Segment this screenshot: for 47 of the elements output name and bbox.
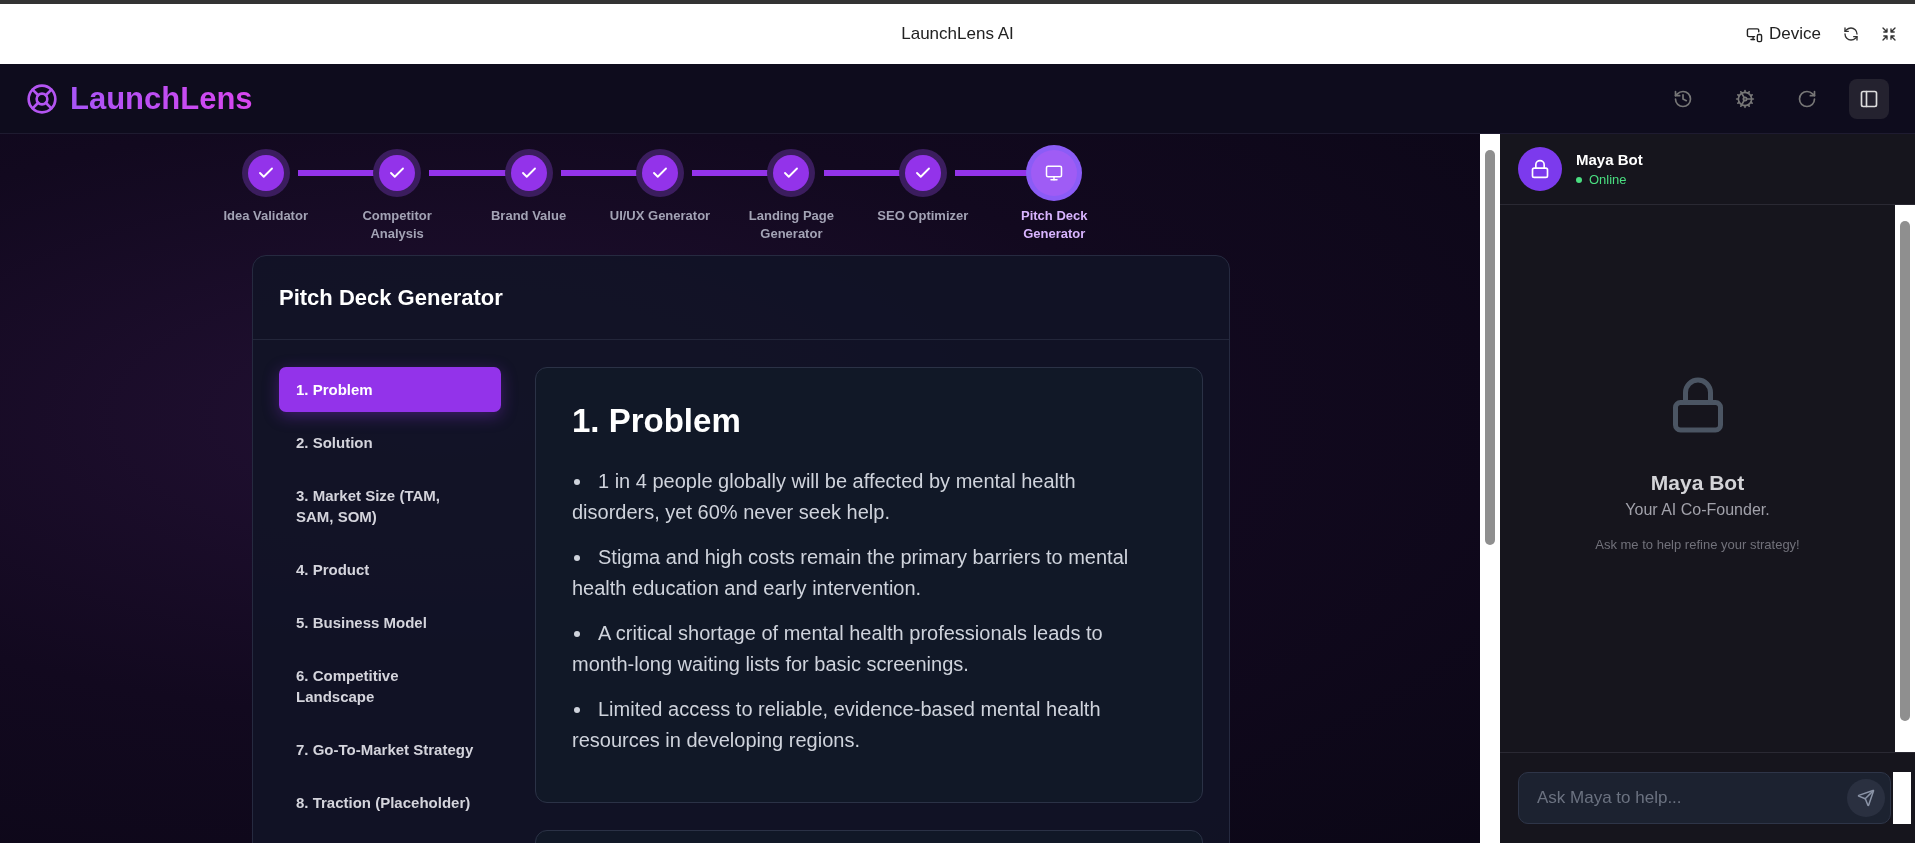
bullet-text: 1 in 4 people globally will be affected by mental health disorders, yet 60% never seek help. <box>572 469 1077 525</box>
section-tab[interactable]: 2. Solution <box>279 420 501 465</box>
status-text: Online <box>1589 172 1627 187</box>
step-label: UI/UX Generator <box>608 207 712 225</box>
device-button[interactable]: Device <box>1746 24 1821 44</box>
section-tab[interactable]: 7. Go-To-Market Strategy <box>279 727 501 772</box>
step-marker[interactable] <box>635 149 684 197</box>
section-tab[interactable]: 1. Problem <box>279 367 501 412</box>
step-marker[interactable] <box>767 149 816 197</box>
lifebuoy-icon <box>26 82 58 115</box>
bullet-text: Stigma and high costs remain the primary barriers to mental health education and early intervention. <box>572 545 1130 601</box>
section-tab[interactable]: 3. Market Size (TAM, SAM, SOM) <box>279 473 501 539</box>
bot-avatar <box>1518 147 1562 191</box>
scrollbar[interactable] <box>1480 134 1500 843</box>
step-label: Competitor Analysis <box>361 207 433 243</box>
bullet-text: A critical shortage of mental health professionals leads to month-long waiting lists for basic screenings. <box>572 621 1104 677</box>
slide-title: 1. Problem <box>572 402 742 440</box>
section-tab[interactable]: 6. Competitive Landscape <box>279 653 501 719</box>
refresh-icon[interactable] <box>1843 26 1859 42</box>
panel-icon <box>1859 88 1879 109</box>
step-label: SEO Optimizer <box>876 207 970 225</box>
scrollbar[interactable] <box>1893 772 1911 824</box>
step-label: Brand Value <box>489 207 568 225</box>
devices-icon <box>1746 25 1764 43</box>
step-label: Pitch Deck Generator <box>1020 207 1089 243</box>
step-marker[interactable] <box>373 149 422 197</box>
step-marker[interactable] <box>241 149 290 197</box>
bot-name: Maya Bot <box>1576 151 1643 168</box>
bullet-text: Limited access to reliable, evidence-based mental health resources in developing regions. <box>572 697 1102 753</box>
window-title: LaunchLens AI <box>901 24 1014 44</box>
empty-subtitle: Your AI Co-Founder. <box>1625 501 1770 519</box>
panel-toggle-button[interactable] <box>1849 78 1889 119</box>
send-icon <box>1857 789 1875 807</box>
monitor-icon <box>1045 164 1064 182</box>
shrink-icon[interactable] <box>1881 26 1897 42</box>
card-title: Pitch Deck Generator <box>279 284 503 311</box>
scrollbar[interactable] <box>1895 205 1915 752</box>
step-marker[interactable] <box>898 149 947 197</box>
message-input[interactable]: Ask Maya to help... <box>1518 772 1891 824</box>
section-tab[interactable]: 4. Product <box>279 547 501 592</box>
section-tab[interactable]: 8. Traction (Placeholder) <box>279 780 501 825</box>
step-marker[interactable] <box>504 149 553 197</box>
step-label: Landing Page Generator <box>747 207 835 243</box>
empty-title: Maya Bot <box>1650 471 1745 495</box>
step-label: Idea Validator <box>222 207 309 225</box>
section-tab[interactable]: 5. Business Model <box>279 600 501 645</box>
empty-hint: Ask me to help refine your strategy! <box>1595 537 1800 552</box>
